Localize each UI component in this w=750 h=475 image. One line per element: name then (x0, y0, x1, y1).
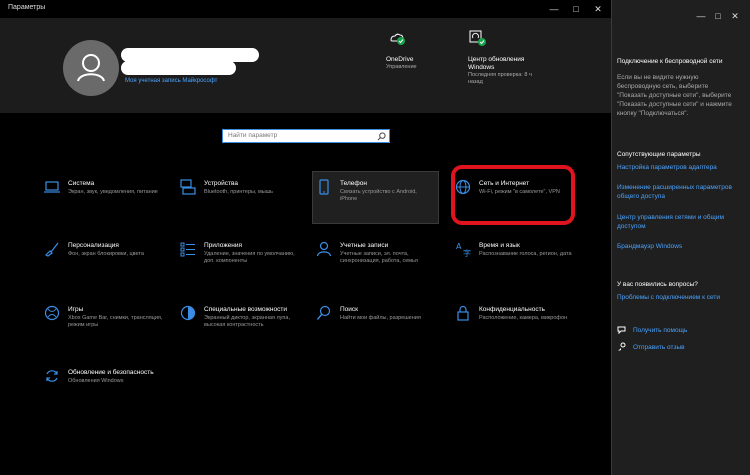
tile-title: Приложения (204, 242, 243, 249)
onedrive-subtitle: Управление (386, 64, 417, 70)
connection-problems-link[interactable]: Проблемы с подключением к сети (617, 293, 742, 302)
title-bar: Параметры — □ ✕ (0, 0, 611, 18)
minimize-button[interactable]: — (543, 1, 565, 17)
keyboard-icon (180, 179, 196, 195)
tile-description: Расположение, камера, микрофон (479, 315, 568, 321)
accessibility-icon (180, 305, 196, 321)
tile-title: Телефон (340, 180, 367, 187)
settings-tile-7[interactable]: Учетные записи Учетные записи, эл. почта,… (312, 233, 437, 285)
window-title: Параметры (8, 4, 46, 11)
tile-title: Персонализация (68, 242, 119, 249)
network-center-link[interactable]: Центр управления сетями и общим доступом (617, 213, 742, 231)
adapter-settings-link[interactable]: Настройка параметров адаптера (617, 163, 742, 172)
brush-icon (44, 242, 59, 257)
language-icon: A字 (456, 242, 471, 257)
tile-description: Распознавание голоса, регион, дата (479, 251, 572, 257)
redacted-username (121, 48, 259, 62)
user-icon (77, 54, 105, 82)
search-placeholder: Найти параметр (228, 132, 278, 139)
settings-tile-13[interactable]: Обновление и безопасность Обновления Wind… (40, 360, 165, 412)
tile-description: Удаление, значения по умолчанию, доп. ко… (204, 251, 295, 264)
tile-description: Экранный диктор, экранная лупа, высокая … (204, 315, 290, 328)
tile-description: Xbox Game Bar, снимки, трансляция, режим… (68, 315, 163, 328)
settings-tile-8[interactable]: A 字 Время и язык Распознавание голоса, реги… (451, 233, 576, 285)
tile-description: Связать устройство с Android, iPhone (340, 189, 417, 202)
tile-title: Сеть и Интернет (479, 180, 530, 187)
wireless-heading: Подключение к беспроводной сети (617, 58, 723, 65)
tile-title: Обновление и безопасность (68, 369, 154, 376)
firewall-link[interactable]: Брандмауэр Windows (617, 242, 742, 251)
search-icon (316, 305, 331, 320)
tile-title: Конфиденциальность (479, 306, 545, 313)
settings-tile-10[interactable]: Специальные возможности Экранный диктор, … (176, 297, 301, 349)
settings-tile-11[interactable]: Поиск Найти мои файлы, разрешения (312, 297, 437, 349)
redacted-email (121, 61, 236, 75)
laptop-icon (44, 181, 60, 193)
avatar[interactable] (63, 40, 119, 96)
settings-tile-2[interactable]: Устройства Bluetooth, принтеры, мышь (176, 171, 301, 223)
tile-description: Найти мои файлы, разрешения (340, 315, 421, 321)
tile-description: Bluetooth, принтеры, мышь (204, 189, 274, 195)
tile-title: Специальные возможности (204, 306, 287, 313)
tile-title: Игры (68, 306, 84, 313)
xbox-icon (44, 305, 60, 321)
tile-title: Учетные записи (340, 242, 389, 249)
onedrive-icon (388, 31, 405, 45)
search-input[interactable]: Найти параметр (222, 129, 390, 143)
update-icon (468, 30, 486, 46)
network-help-pane: — □ ✕ (612, 0, 750, 475)
settings-window: Параметры — □ ✕ Моя учетная запись Майкр… (0, 0, 611, 475)
svg-text:A: A (456, 242, 462, 251)
get-help-link[interactable]: Получить помощь (633, 327, 687, 334)
lock-icon (457, 305, 469, 321)
update-subtitle: Последняя проверка: 8 ч назад (468, 72, 532, 85)
update-title: Центр обновления Windows (468, 56, 525, 71)
tile-description: Экран, звук, уведомления, питание (68, 189, 158, 195)
settings-tile-3[interactable]: Телефон Связать устройство с Android, iPh… (312, 171, 437, 223)
questions-heading: У вас появились вопросы? (617, 281, 698, 288)
wireless-description: Если вы не видите нужную беспроводную се… (617, 74, 732, 117)
tile-description: Фон, экран блокировки, цвета (68, 251, 144, 257)
sharing-options-link[interactable]: Изменение расширенных параметров общего … (617, 183, 742, 201)
tile-title: Устройства (204, 180, 239, 187)
microsoft-account-link[interactable]: Моя учетная запись Майкрософт (125, 78, 217, 84)
chat-help-icon (617, 326, 626, 335)
tile-description: Учетные записи, эл. почта, синхронизация… (340, 251, 418, 264)
account-banner: Моя учетная запись Майкрософт OneDrive У… (0, 18, 611, 113)
feedback-icon (618, 342, 626, 351)
onedrive-title: OneDrive (386, 56, 414, 63)
related-settings-heading: Сопутствующие параметры (617, 151, 701, 158)
tile-description: Wi-Fi, режим "в самолете", VPN (479, 189, 560, 195)
pane-close-button[interactable]: ✕ (724, 8, 746, 24)
tile-title: Поиск (340, 306, 359, 313)
settings-tile-5[interactable]: Персонализация Фон, экран блокировки, цве… (40, 233, 165, 285)
close-button[interactable]: ✕ (587, 1, 609, 17)
sync-icon (46, 370, 58, 382)
onedrive-item[interactable]: OneDrive Управление (386, 56, 417, 71)
tile-title: Время и язык (479, 242, 520, 249)
settings-tile-12[interactable]: Конфиденциальность Расположение, камера, … (451, 297, 576, 349)
globe-icon (455, 179, 471, 195)
settings-tile-9[interactable]: Игры Xbox Game Bar, снимки, трансляция, р… (40, 297, 165, 349)
settings-tile-6[interactable]: Приложения Удаление, значения по умолчани… (176, 233, 301, 285)
search-icon (377, 132, 386, 141)
svg-text:字: 字 (463, 248, 471, 257)
maximize-button[interactable]: □ (565, 1, 587, 17)
apps-list-icon (180, 242, 195, 257)
settings-tile-1[interactable]: Система Экран, звук, уведомления, питание (40, 171, 165, 223)
send-feedback-link[interactable]: Отправить отзыв (633, 344, 685, 351)
windows-update-item[interactable]: Центр обновления Windows Последняя прове… (468, 56, 538, 86)
person-icon (316, 241, 332, 257)
tile-title: Система (68, 180, 95, 187)
tile-description: Обновления Windows (68, 378, 124, 384)
phone-icon (319, 179, 329, 195)
settings-tile-4[interactable]: Сеть и Интернет Wi-Fi, режим "в самолете"… (451, 171, 576, 223)
